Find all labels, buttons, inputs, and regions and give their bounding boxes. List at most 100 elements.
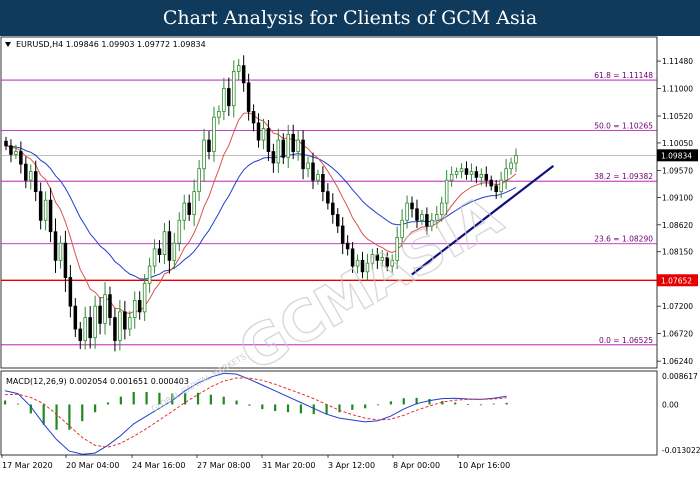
macd-y-tick-label: 0.008617 xyxy=(662,372,698,381)
macd-histogram-bar xyxy=(492,403,495,405)
candle-body xyxy=(469,171,474,175)
candle-body xyxy=(53,231,58,261)
candle-body xyxy=(444,179,449,204)
x-tick-label: 17 Mar 2020 xyxy=(2,461,53,470)
candle-body xyxy=(162,231,167,256)
candle-body xyxy=(73,305,78,330)
candle-body xyxy=(494,185,498,193)
candle-body xyxy=(246,82,251,112)
candle-body xyxy=(177,219,182,244)
candle-body xyxy=(43,199,48,221)
candle-body xyxy=(103,294,107,324)
candle-body xyxy=(9,145,13,155)
candle-body xyxy=(321,174,325,193)
x-tick-label: 31 Mar 20:00 xyxy=(262,461,315,470)
candle-body xyxy=(326,191,330,204)
candle-body xyxy=(306,162,310,170)
macd-histogram-bar xyxy=(376,404,380,406)
candle-body xyxy=(241,65,246,84)
y-tick-label: 1.10520 xyxy=(662,112,693,121)
candle-body xyxy=(33,171,38,193)
candle-body xyxy=(266,128,271,152)
candle-body xyxy=(340,225,345,244)
candle-body xyxy=(227,88,231,107)
macd-histogram-bar xyxy=(364,404,367,409)
y-tick-label: 1.09570 xyxy=(662,166,693,175)
macd-histogram-bar xyxy=(55,404,58,430)
candle-body xyxy=(222,88,226,112)
macd-histogram-bar xyxy=(16,403,20,405)
candle-body xyxy=(286,133,290,158)
x-tick-label: 24 Mar 16:00 xyxy=(132,461,185,470)
candle-body xyxy=(197,168,201,193)
candle-body xyxy=(38,191,43,221)
candle-body xyxy=(335,214,340,227)
candle-body xyxy=(345,242,350,250)
y-tick-label: 1.10050 xyxy=(662,139,693,148)
macd-histogram-bar xyxy=(235,400,238,405)
macd-histogram-bar xyxy=(325,404,328,415)
candle-body xyxy=(251,111,256,124)
candle-body xyxy=(187,202,191,215)
candle-body xyxy=(474,171,479,178)
candle-body xyxy=(113,317,117,341)
candle-body xyxy=(48,199,53,233)
macd-histogram-bar xyxy=(351,404,354,410)
candle-body xyxy=(202,139,206,170)
y-tick-label: 1.11000 xyxy=(662,85,693,94)
candle-body xyxy=(83,317,87,341)
candle-body xyxy=(449,174,454,181)
fib-label: 61.8 = 1.11148 xyxy=(594,71,653,80)
candle-body xyxy=(98,305,102,324)
candle-body xyxy=(14,151,18,155)
candle-body xyxy=(232,70,236,107)
candle-body xyxy=(291,133,295,152)
fib-label: 38.2 = 1.09382 xyxy=(594,172,653,181)
candle-body xyxy=(504,168,508,181)
candle-body xyxy=(157,248,162,256)
macd-histogram-bar xyxy=(222,396,225,405)
candle-body xyxy=(217,111,221,118)
support-price-label: 1.07652 xyxy=(661,276,692,285)
candle-body xyxy=(271,151,276,164)
candle-body xyxy=(296,139,300,152)
candle-body xyxy=(24,163,28,181)
candle-body xyxy=(212,116,216,152)
candle-body xyxy=(301,139,305,170)
candle-body xyxy=(172,242,177,261)
candle-body xyxy=(509,162,513,170)
current-price-label: 1.09834 xyxy=(661,151,692,160)
candle-body xyxy=(58,242,63,261)
candle-body xyxy=(410,202,414,210)
macd-y-tick-label: 0.00 xyxy=(662,400,679,409)
macd-histogram-bar xyxy=(428,399,431,405)
macd-histogram-bar xyxy=(274,404,277,412)
candle-body xyxy=(484,174,489,181)
macd-histogram-bar xyxy=(312,404,315,415)
candle-body xyxy=(182,202,187,221)
candle-body xyxy=(132,300,137,319)
macd-histogram-bar xyxy=(389,401,393,405)
macd-histogram-bar xyxy=(119,396,122,405)
candle-body xyxy=(93,305,97,339)
macd-histogram-bar xyxy=(402,398,405,405)
candle-body xyxy=(316,174,320,181)
candle-body xyxy=(499,179,503,193)
macd-label: MACD(12,26,9) 0.002054 0.001651 0.000403 xyxy=(6,377,189,386)
macd-histogram-bar xyxy=(466,404,470,405)
candle-body xyxy=(123,311,127,330)
macd-histogram-bar xyxy=(299,404,302,414)
macd-histogram-bar xyxy=(4,400,7,405)
candle-body xyxy=(514,155,518,164)
candle-body xyxy=(281,139,286,158)
candle-body xyxy=(489,179,494,187)
macd-y-tick-label: -0.013022 xyxy=(662,446,700,455)
candle-body xyxy=(405,202,409,221)
candle-body xyxy=(4,140,8,147)
fib-label: 0.0 = 1.06525 xyxy=(599,336,653,345)
candle-body xyxy=(118,311,122,341)
candle-body xyxy=(454,171,459,175)
macd-histogram-bar xyxy=(145,392,148,405)
candle-body xyxy=(28,171,33,181)
candle-body xyxy=(256,122,261,141)
